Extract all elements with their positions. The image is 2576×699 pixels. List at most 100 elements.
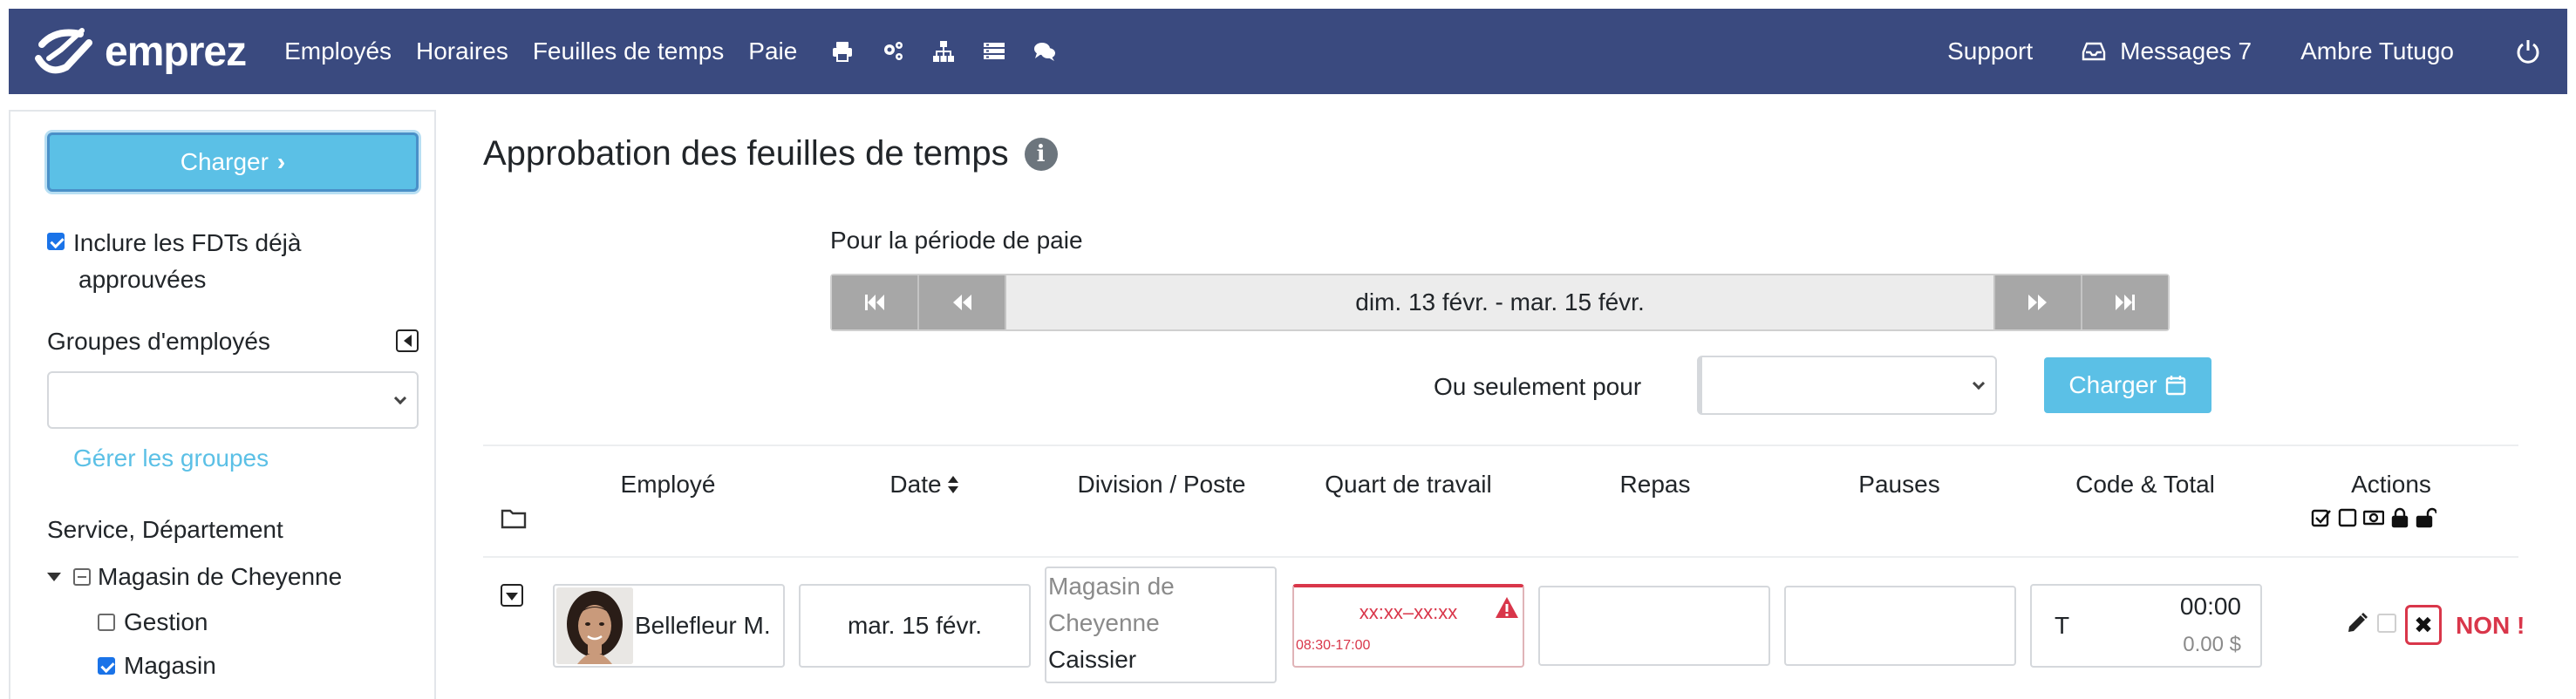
charger-main-label: Charger [2068,371,2157,398]
shift-scheduled-time: 08:30-17:00 [1296,638,1371,653]
date-header-label: Date [889,471,942,498]
lock-icon[interactable] [2389,507,2410,528]
pay-code: T [2055,612,2070,639]
info-icon[interactable]: i [1024,137,1058,171]
calendar-icon [2165,376,2185,396]
include-approved-label-2: approuvées [78,266,207,293]
unlock-icon[interactable] [2416,507,2438,528]
pencil-icon[interactable] [2346,612,2368,635]
charger-button-main[interactable]: Charger [2044,357,2211,413]
brand-logo[interactable]: emprez [31,24,247,79]
status-badge: NON ! [2456,612,2525,639]
division-position-cell: Magasin de Cheyenne Caissier [1045,567,1277,683]
tree-item-gestion[interactable]: Gestion [98,608,208,636]
bulk-action-icons [2311,507,2438,528]
magasin-checkbox[interactable] [98,657,115,675]
tree-item-label: Magasin [124,652,216,679]
only-for-select[interactable] [1697,356,1997,415]
meals-cell[interactable] [1538,586,1770,666]
pay-period-navigator: dim. 13 févr. - mar. 15 févr. [830,274,2170,331]
reject-button[interactable]: ✖ [2405,605,2442,645]
pay-period-label: Pour la période de paie [830,227,1083,254]
gestion-checkbox[interactable] [98,614,115,631]
table-header-divider [483,556,2518,558]
date-cell: mar. 15 févr. [799,584,1031,668]
employee-cell[interactable]: Bellefleur M. [553,584,785,668]
service-department-label: Service, Département [47,516,283,543]
caret-down-icon[interactable] [47,573,61,581]
uncheck-all-icon[interactable] [2337,507,2358,528]
brand-name: emprez [105,28,247,75]
column-header-division: Division / Poste [1077,471,1246,498]
folder-icon[interactable] [501,507,527,530]
next-period-button[interactable] [1993,275,2081,329]
tree-item-label: Gestion [124,608,208,635]
support-link[interactable]: Support [1947,37,2033,65]
page-title-text: Approbation des feuilles de temps [483,134,1009,173]
forward-icon [2028,295,2047,310]
column-header-shift: Quart de travail [1325,471,1492,498]
row-select-checkbox[interactable] [2377,614,2396,633]
nav-link-paie[interactable]: Paie [748,37,797,65]
list-icon[interactable] [973,31,1015,72]
user-menu[interactable]: Ambre Tutugo [2300,37,2454,65]
manage-groups-link[interactable]: Gérer les groupes [73,445,269,472]
last-period-button[interactable] [2081,275,2168,329]
messages-label: Messages 7 [2120,37,2252,64]
nav-link-feuilles-de-temps[interactable]: Feuilles de temps [533,37,724,65]
page-title: Approbation des feuilles de temps i [483,134,1058,173]
chevron-down-icon [1972,377,1986,390]
cogs-icon[interactable] [872,31,914,72]
column-header-code-total: Code & Total [2075,471,2215,498]
fast-forward-icon [2116,295,2135,310]
close-icon: ✖ [2414,611,2433,638]
comments-icon[interactable] [1024,31,1066,72]
print-icon[interactable] [821,31,863,72]
division-line-2: Cheyenne [1048,609,1160,636]
sitemap-icon[interactable] [923,31,964,72]
total-amount: 0.00 $ [2183,633,2241,656]
nav-link-employes[interactable]: Employés [284,37,392,65]
money-icon[interactable] [2362,507,2385,528]
column-header-date[interactable]: Date [872,471,977,499]
nav-link-horaires[interactable]: Horaires [416,37,508,65]
minus-square-icon[interactable] [73,568,91,586]
inbox-icon [2082,42,2106,61]
avatar [556,587,633,664]
top-navbar: emprez Employés Horaires Feuilles de tem… [9,9,2567,94]
only-for-label: Ou seulement pour [1434,373,1642,400]
power-icon[interactable] [2513,37,2543,66]
include-approved-option[interactable]: Inclure les FDTs déjà approuvées [47,225,301,298]
code-total-cell[interactable]: T 00:00 0.00 $ [2030,584,2262,668]
collapse-groups-icon[interactable] [396,329,419,352]
shift-cell[interactable]: xx:xx–xx:xx 08:30-17:00 [1292,584,1524,668]
total-time: 00:00 [2179,593,2241,620]
chevron-down-icon [393,391,407,405]
position-label: Caissier [1048,646,1137,673]
employee-groups-select[interactable] [47,371,419,429]
messages-link[interactable]: Messages 7 [2082,37,2252,65]
sort-icon [947,476,958,493]
division-line-1: Magasin de [1048,573,1175,600]
include-approved-checkbox[interactable] [47,232,65,250]
first-period-button[interactable] [832,275,919,329]
expand-row-icon[interactable] [501,584,523,607]
tree-root-label: Magasin de Cheyenne [98,563,343,590]
backward-icon [953,295,971,310]
filter-sidebar: Charger › Inclure les FDTs déjà approuvé… [9,110,436,699]
period-range: dim. 13 févr. - mar. 15 févr. [1355,288,1645,316]
charger-label: Charger [180,148,269,175]
breaks-cell[interactable] [1784,586,2016,666]
column-header-actions: Actions [2351,471,2431,498]
check-all-icon[interactable] [2311,507,2332,528]
employee-groups-label: Groupes d'employés [47,328,270,355]
warning-icon[interactable] [1495,596,1519,619]
tree-item-magasin[interactable]: Magasin [98,652,216,680]
include-approved-label: Inclure les FDTs déjà [73,229,302,256]
tree-root-magasin-de-cheyenne[interactable]: Magasin de Cheyenne [47,563,342,591]
fast-backward-icon [865,295,884,310]
charger-button-sidebar[interactable]: Charger › [47,132,419,192]
table-top-divider [483,445,2518,446]
previous-period-button[interactable] [919,275,1006,329]
chevron-right-icon: › [276,148,286,175]
